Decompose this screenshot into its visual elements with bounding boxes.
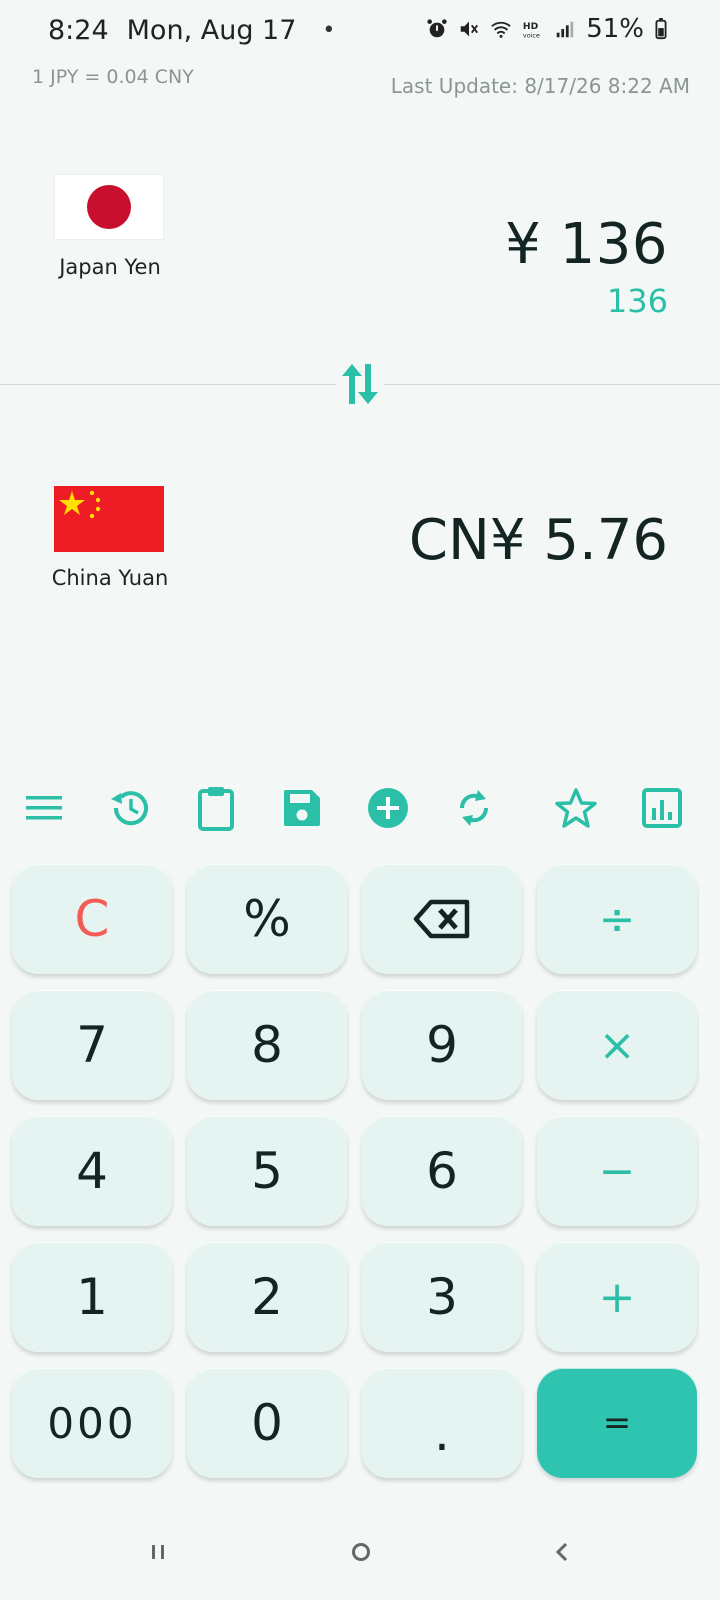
swap-arrows-icon [342, 364, 378, 404]
favorite-button[interactable] [550, 782, 602, 834]
back-icon [555, 1542, 568, 1562]
add-currency-icon [368, 788, 408, 828]
menu-icon [26, 796, 62, 820]
from-input-value: 136 [606, 282, 668, 320]
multiply-key[interactable]: × [537, 990, 697, 1100]
percent-key[interactable]: % [187, 864, 347, 974]
backspace-icon [413, 899, 470, 939]
refresh-button[interactable] [448, 782, 500, 834]
plus-key[interactable]: + [537, 1242, 697, 1352]
home-icon [352, 1543, 370, 1561]
to-amount[interactable]: CN¥ 5.76 [409, 508, 668, 573]
china-flag-stars [59, 490, 101, 519]
history-button[interactable] [104, 782, 156, 834]
from-amount[interactable]: ¥ 136 [505, 212, 668, 277]
back-button[interactable] [540, 1530, 584, 1574]
chart-icon [642, 788, 682, 828]
key-1[interactable]: 1 [12, 1242, 172, 1352]
chart-button[interactable] [636, 782, 688, 834]
key-6[interactable]: 6 [362, 1116, 522, 1226]
key-5[interactable]: 5 [187, 1116, 347, 1226]
key-7[interactable]: 7 [12, 990, 172, 1100]
status-bar: 8:24 Mon, Aug 17 • HD voice 51% [0, 0, 720, 60]
recent-apps-icon [152, 1545, 164, 1559]
add-currency-button[interactable] [362, 782, 414, 834]
svg-text:voice: voice [523, 31, 540, 39]
decimal-key[interactable]: . [362, 1368, 522, 1478]
status-time: 8:24 [48, 14, 109, 46]
exchange-rate: 1 JPY = 0.04 CNY [32, 66, 194, 88]
save-button[interactable] [276, 782, 328, 834]
battery-icon [655, 18, 667, 40]
key-000[interactable]: 000 [12, 1368, 172, 1478]
minus-key[interactable]: − [537, 1116, 697, 1226]
key-0[interactable]: 0 [187, 1368, 347, 1478]
to-currency-name[interactable]: China Yuan [46, 566, 174, 590]
last-update: Last Update: 8/17/26 8:22 AM [390, 74, 690, 98]
mute-icon [460, 21, 479, 37]
clipboard-icon [198, 787, 234, 831]
history-icon [111, 791, 148, 826]
from-currency-name[interactable]: Japan Yen [50, 255, 170, 279]
system-nav-bar [0, 1522, 720, 1582]
equals-key[interactable]: = [537, 1368, 697, 1478]
status-date: Mon, Aug 17 [126, 14, 297, 46]
key-2[interactable]: 2 [187, 1242, 347, 1352]
battery-level: 51% [586, 14, 644, 44]
key-3[interactable]: 3 [362, 1242, 522, 1352]
status-notification-dot: • [322, 17, 336, 43]
hd-voice-icon: HDvoice [523, 21, 540, 39]
japan-flag-icon[interactable] [54, 174, 164, 240]
key-8[interactable]: 8 [187, 990, 347, 1100]
backspace-key[interactable] [362, 864, 522, 974]
flag-disc [87, 185, 131, 229]
key-9[interactable]: 9 [362, 990, 522, 1100]
toolbar [0, 782, 720, 838]
refresh-icon [459, 790, 489, 826]
divide-key[interactable]: ÷ [537, 864, 697, 974]
swap-button[interactable] [336, 358, 384, 410]
clear-key[interactable]: C [12, 864, 172, 974]
wifi-icon [491, 21, 511, 38]
china-flag-icon[interactable] [54, 486, 164, 552]
recent-apps-button[interactable] [136, 1530, 180, 1574]
favorite-icon [555, 788, 597, 828]
clipboard-button[interactable] [190, 782, 242, 834]
key-4[interactable]: 4 [12, 1116, 172, 1226]
home-button[interactable] [339, 1530, 383, 1574]
signal-icon [556, 21, 574, 38]
status-icons: HD voice 51% [426, 14, 668, 44]
alarm-icon [427, 19, 447, 38]
menu-button[interactable] [18, 782, 70, 834]
save-icon [284, 790, 320, 826]
